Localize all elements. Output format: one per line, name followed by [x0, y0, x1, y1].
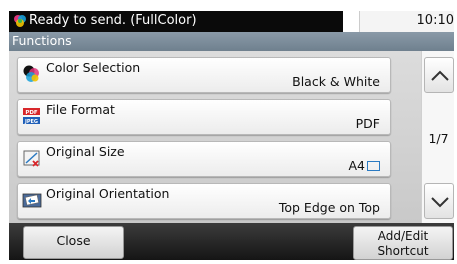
function-label: Original Size	[46, 144, 125, 159]
function-value: PDF	[355, 116, 380, 131]
function-row-file-format[interactable]: PDF JPEG File Format PDF	[17, 99, 391, 135]
functions-header: Functions	[9, 32, 454, 51]
color-selection-icon	[23, 65, 39, 82]
original-orientation-icon	[22, 193, 42, 208]
close-button-label: Close	[56, 233, 91, 248]
status-color-icon	[14, 15, 26, 27]
scroll-up-button[interactable]	[424, 57, 454, 93]
page-title: Functions	[12, 33, 72, 48]
shortcut-label-line2: Shortcut	[377, 244, 429, 258]
device-screen: Ready to send. (FullColor) 10:10 Functio…	[0, 0, 457, 264]
status-spacer	[343, 11, 359, 32]
function-row-original-size[interactable]: Original Size A4	[17, 141, 391, 177]
function-label: File Format	[46, 102, 115, 117]
function-value: Top Edge on Top	[278, 200, 380, 215]
status-blank-panel	[359, 11, 411, 32]
bottom-bar: Close Add/Edit Shortcut	[9, 223, 454, 260]
shortcut-button-label: Add/Edit Shortcut	[354, 229, 452, 259]
add-edit-shortcut-button[interactable]: Add/Edit Shortcut	[353, 226, 453, 260]
file-format-icon: PDF JPEG	[23, 108, 40, 125]
function-label: Color Selection	[46, 60, 141, 75]
scroll-panel: 1/7	[421, 51, 454, 223]
status-clock-panel: 10:10	[411, 11, 454, 32]
original-size-icon	[23, 150, 40, 167]
function-value: A4	[348, 158, 380, 173]
scroll-down-button[interactable]	[424, 183, 454, 219]
function-value: Black & White	[292, 74, 380, 89]
status-message-area: Ready to send. (FullColor)	[9, 11, 343, 32]
shortcut-label-line1: Add/Edit	[377, 229, 429, 243]
jpeg-icon-text: JPEG	[24, 119, 38, 125]
clock: 10:10	[416, 13, 454, 28]
function-row-original-orientation[interactable]: Original Orientation Top Edge on Top	[17, 183, 391, 219]
function-list: Color Selection Black & White PDF JPEG F…	[9, 51, 421, 223]
page-indicator: 1/7	[428, 131, 449, 146]
pdf-icon-text: PDF	[25, 110, 38, 116]
function-row-color-selection[interactable]: Color Selection Black & White	[17, 57, 391, 93]
landscape-paper-icon	[367, 161, 380, 171]
close-button[interactable]: Close	[23, 226, 124, 259]
status-bar: Ready to send. (FullColor) 10:10	[9, 11, 454, 32]
chevron-down-icon	[431, 197, 449, 208]
chevron-up-icon	[431, 70, 449, 81]
status-message: Ready to send. (FullColor)	[29, 13, 197, 28]
size-value-text: A4	[348, 158, 365, 173]
function-label: Original Orientation	[46, 186, 170, 201]
